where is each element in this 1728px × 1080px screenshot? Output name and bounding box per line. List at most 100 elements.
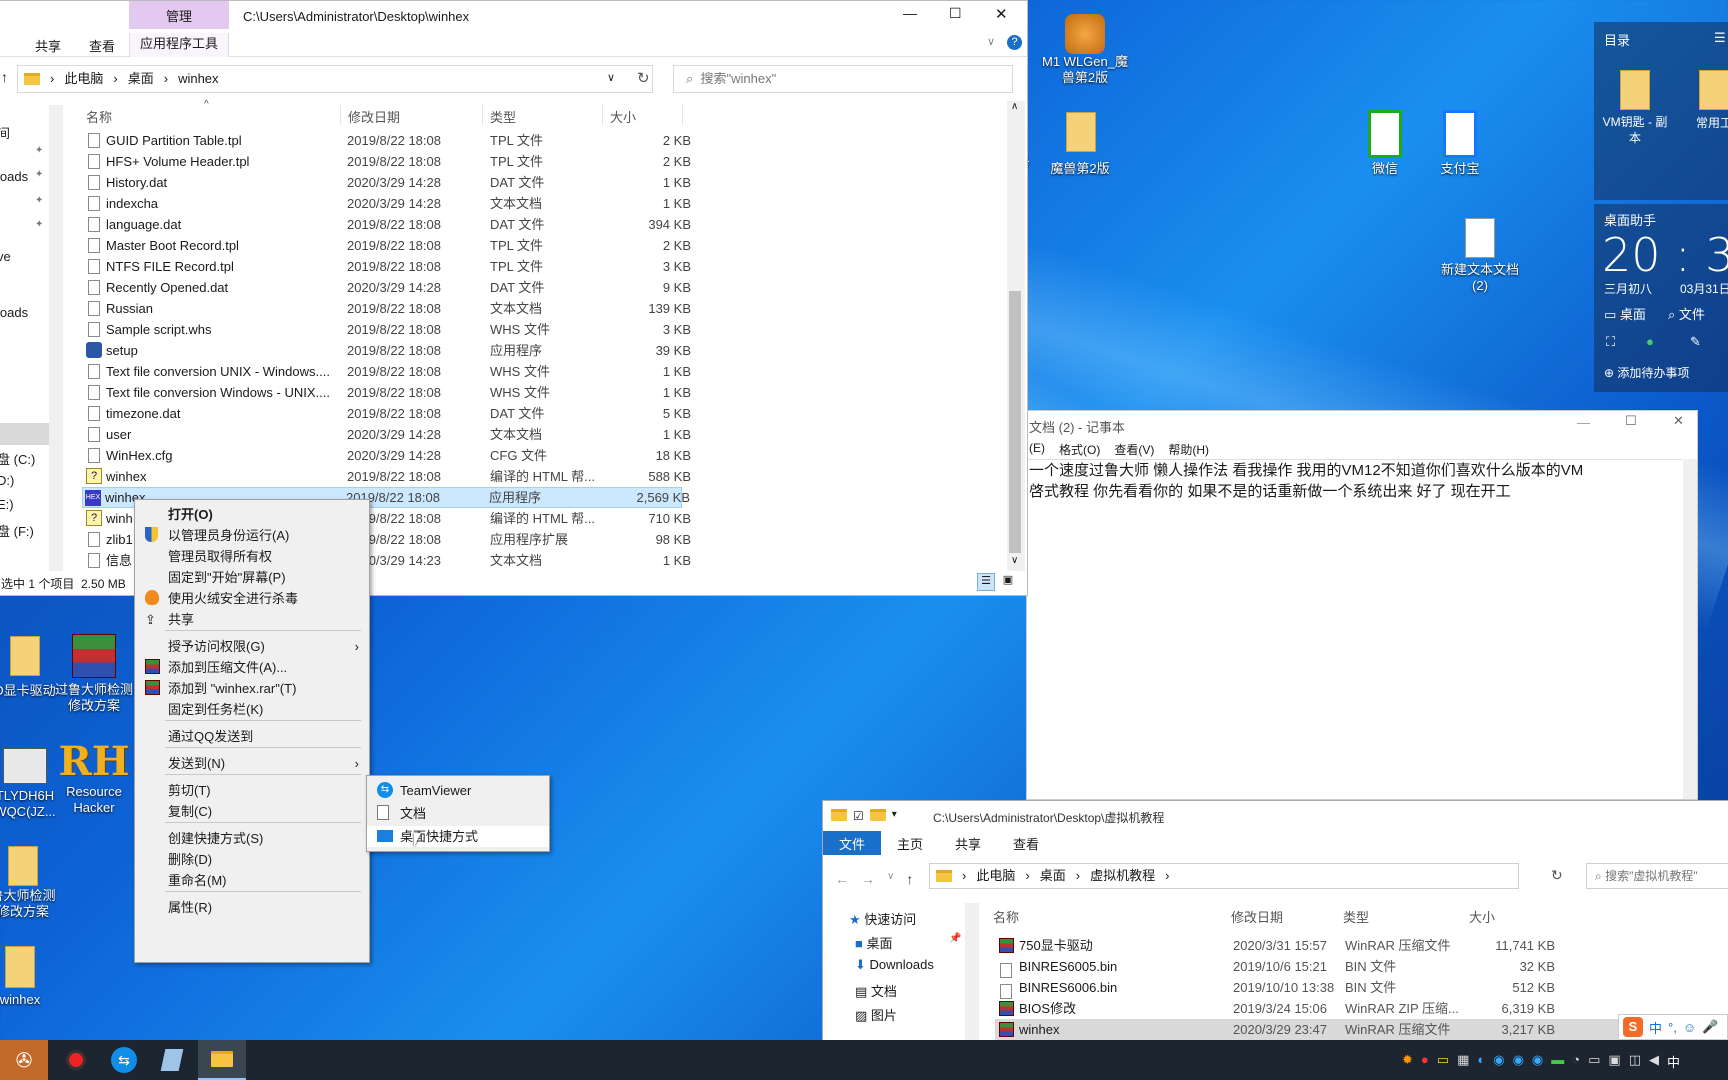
file-row[interactable]: Recently Opened.dat 2020/3/29 14:28 DAT 文件… <box>84 277 691 298</box>
nav-desktop[interactable]: ■ 桌面 <box>855 933 893 952</box>
scroll-thumb[interactable] <box>1009 291 1021 553</box>
ime-indicator[interactable]: 中 <box>1667 1052 1680 1071</box>
desktop-icon-tlydh[interactable]: TLYDH6H WQC(JZ... <box>0 748 60 820</box>
context-menu-item[interactable]: 固定到任务栏(K) <box>135 699 369 720</box>
file-row[interactable]: Russian 2019/8/22 18:08 文本文档 139 KB <box>84 298 691 319</box>
dropdown-arrow-icon[interactable]: ∨ <box>887 871 894 887</box>
ribbon-expand-icon[interactable]: ∨ <box>987 35 995 48</box>
volume-icon[interactable]: ◀ <box>1649 1052 1659 1071</box>
nav-pictures[interactable]: ▨ 图片 <box>855 1005 897 1024</box>
column-size[interactable]: 大小 <box>1469 907 1495 926</box>
maximize-button[interactable]: ☐ <box>949 5 962 22</box>
tab-app-tools[interactable]: 应用程序工具 <box>129 33 229 57</box>
desktop-button[interactable]: ▭ 桌面 <box>1604 304 1646 323</box>
file-row[interactable]: Text file conversion UNIX - Windows.... 2… <box>84 361 691 382</box>
context-menu-item[interactable]: 通过QQ发送到 <box>135 726 369 747</box>
refresh-button[interactable]: ↻ <box>637 69 650 87</box>
tab-home[interactable]: 主页 <box>881 831 939 855</box>
context-menu-item[interactable]: 管理员取得所有权 <box>135 546 369 567</box>
tray-icon[interactable]: ◉ <box>1513 1052 1524 1071</box>
file-search-button[interactable]: ⌕ 文件 <box>1668 304 1705 323</box>
scroll-up-icon[interactable]: ∧ <box>1011 101 1018 112</box>
file-row[interactable]: language.dat 2019/8/22 18:08 DAT 文件 394 KB <box>84 214 691 235</box>
notepad-minimize-button[interactable]: — <box>1577 415 1590 430</box>
column-size[interactable]: 大小 <box>610 107 636 126</box>
tray-icon[interactable]: ◉ <box>1493 1052 1504 1071</box>
file-row[interactable]: NTFS FILE Record.tpl 2019/8/22 18:08 TPL 文… <box>84 256 691 277</box>
file-row[interactable]: setup 2019/8/22 18:08 应用程序 39 KB <box>84 340 691 361</box>
nav-item[interactable]: 间 <box>0 123 10 142</box>
tray-icon[interactable]: ▣ <box>1608 1052 1620 1071</box>
crop-icon[interactable]: ⛶ <box>1606 334 1615 350</box>
breadcrumb-item[interactable]: 桌面 <box>128 66 154 92</box>
column-date[interactable]: 修改日期 <box>1231 907 1283 926</box>
desktop-icon-ludashi2[interactable]: 鲁大师检测 修改方案 <box>0 846 58 920</box>
tray-icon[interactable]: ◉ <box>1532 1052 1543 1071</box>
nav-downloads[interactable]: ⬇ Downloads <box>855 957 934 973</box>
dropdown-arrow-icon[interactable]: ▾ <box>892 809 897 823</box>
nav-item[interactable]: 盘 (C:) <box>0 449 35 468</box>
breadcrumb-item[interactable]: winhex <box>178 66 218 92</box>
tray-icon[interactable]: ◫ <box>1629 1052 1641 1071</box>
desktop-icon-reshacker[interactable]: RH Resource Hacker <box>54 740 134 816</box>
context-menu-item[interactable]: 重命名(M) <box>135 870 369 891</box>
column-name[interactable]: 名称 <box>86 107 112 126</box>
address-dropdown-icon[interactable]: ∨ <box>607 71 615 84</box>
context-menu-item[interactable]: 添加到 "winhex.rar"(T) <box>135 678 369 699</box>
notepad-maximize-button[interactable]: ☐ <box>1625 413 1637 429</box>
search-box[interactable]: ⌕ 搜索"虚拟机教程" <box>1586 863 1728 889</box>
folder-icon[interactable] <box>831 809 847 821</box>
taskbar-start-app[interactable]: ✇ <box>0 1040 48 1080</box>
column-type[interactable]: 类型 <box>1343 907 1369 926</box>
tab-share[interactable]: 共享 <box>939 831 997 855</box>
desktop-icon-wechat[interactable]: 微信 <box>1345 110 1425 177</box>
file-row[interactable]: Master Boot Record.tpl 2019/8/22 18:08 TPL… <box>84 235 691 256</box>
nav-item[interactable]: E:) <box>0 497 14 512</box>
help-icon[interactable]: ? <box>1007 35 1022 50</box>
context-menu-item[interactable]: 固定到"开始"屏幕(P) <box>135 567 369 588</box>
tab-file[interactable]: 文件 <box>823 831 882 855</box>
taskbar-teamviewer[interactable]: ⇆ <box>100 1040 148 1080</box>
taskbar-explorer[interactable] <box>198 1040 246 1080</box>
menu-edit[interactable]: (E) <box>1029 441 1045 458</box>
list-scrollbar[interactable]: ∧ ∨ <box>1007 101 1025 571</box>
notepad-close-button[interactable]: ✕ <box>1673 413 1684 429</box>
breadcrumb-item[interactable]: 虚拟机教程 <box>1090 864 1155 888</box>
context-menu-item[interactable]: 以管理员身份运行(A) <box>135 525 369 546</box>
tray-icon[interactable]: ▬ <box>1551 1052 1564 1071</box>
nav-item-selected[interactable] <box>0 423 51 445</box>
menu-format[interactable]: 格式(O) <box>1059 441 1100 458</box>
desktop-icon-ludashi[interactable]: 过鲁大师检测 修改方案 <box>54 634 134 714</box>
desktop-icon-moshou[interactable]: 魔兽第2版 <box>1040 112 1120 177</box>
tray-icon[interactable]: ▭ <box>1588 1052 1600 1071</box>
minimize-button[interactable]: — <box>903 5 917 21</box>
column-date[interactable]: 修改日期 <box>348 107 400 126</box>
file-row[interactable]: BINRES6005.bin 2019/10/6 15:21 BIN 文件 32 KB <box>995 956 1728 979</box>
large-icons-view-button[interactable]: ▣ <box>999 573 1017 591</box>
file-row[interactable]: user 2020/3/29 14:28 文本文档 1 KB <box>84 424 691 445</box>
nav-quick-access[interactable]: ★ 快速访问 <box>849 909 916 928</box>
nav-documents[interactable]: ▤ 文档 <box>855 981 897 1000</box>
file-row[interactable]: ? winhex 2019/8/22 18:08 编译的 HTML 帮... 588 K… <box>84 466 691 487</box>
forward-arrow-icon[interactable]: → <box>861 871 875 887</box>
notepad-scrollbar[interactable] <box>1683 459 1697 799</box>
desktop-icon-wlgen[interactable]: M1 WLGen_魔兽第2版 <box>1040 14 1130 86</box>
eye-icon[interactable]: ● <box>1646 334 1654 349</box>
tab-share[interactable]: 共享 <box>35 36 61 55</box>
context-menu-item[interactable]: 创建快捷方式(S) <box>135 828 369 849</box>
refresh-button[interactable]: ↻ <box>1551 867 1563 884</box>
tray-icon[interactable]: ✹ <box>1402 1052 1413 1071</box>
nav-item[interactable]: D:) <box>0 473 14 488</box>
desktop-icon-alipay[interactable]: 支付宝 <box>1420 110 1500 177</box>
context-menu-item[interactable]: 授予访问权限(G) › <box>135 636 369 657</box>
folder-icon[interactable] <box>869 809 886 821</box>
widget-item-common[interactable]: 常用工 <box>1684 70 1728 131</box>
column-type[interactable]: 类型 <box>490 107 516 126</box>
tab-view[interactable]: 查看 <box>997 831 1055 855</box>
ime-toolbar[interactable]: S 中 °, ☺ 🎤 <box>1618 1014 1728 1040</box>
nav-item[interactable]: ioads <box>0 169 28 184</box>
breadcrumb-item[interactable]: 桌面 <box>1040 864 1066 888</box>
menu-help[interactable]: 帮助(H) <box>1168 441 1209 458</box>
checkbox-icon[interactable]: ☑ <box>853 809 864 823</box>
scroll-down-icon[interactable]: ∨ <box>1011 555 1018 566</box>
